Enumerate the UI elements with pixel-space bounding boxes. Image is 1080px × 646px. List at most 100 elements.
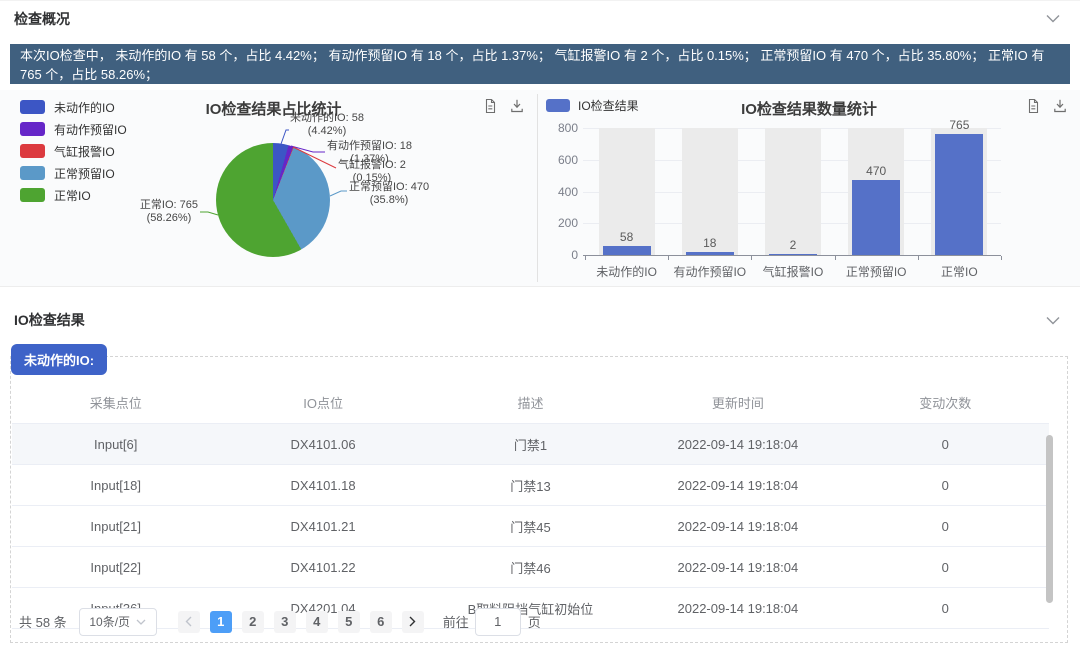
results-table-wrap: 采集点位IO点位描述更新时间变动次数 Input[6]DX4101.06门禁12… xyxy=(12,381,1049,629)
y-axis-tick-label: 0 xyxy=(540,248,578,262)
pie-label-name-value: 有动作预留IO: 18 xyxy=(327,140,412,153)
bar-value-label: 470 xyxy=(846,164,906,178)
pie-legend: 未动作的IO 有动作预留IO 气缸报警IO 正常预留IO正常IO xyxy=(20,96,127,206)
legend-swatch-icon xyxy=(20,166,45,180)
bar-plot: 020040060080058未动作的IO18有动作预留IO2气缸报警IO470… xyxy=(538,90,1080,286)
vertical-scrollbar-thumb[interactable] xyxy=(1046,435,1053,603)
pie-legend-item[interactable]: 正常IO xyxy=(20,184,127,206)
page-button-1[interactable]: 1 xyxy=(210,611,232,633)
bar-chart-panel: IO检查结果 IO检查结果数量统计 020040060080058未动作的IO1… xyxy=(538,90,1080,286)
x-axis-tick-mark xyxy=(751,256,752,260)
chevron-right-icon xyxy=(409,616,416,627)
pie-label-name-value: 气缸报警IO: 2 xyxy=(338,159,406,172)
legend-label: 有动作预留IO xyxy=(54,121,127,138)
page-button-6[interactable]: 6 xyxy=(370,611,392,633)
bar-气缸报警IO[interactable] xyxy=(769,254,817,255)
legend-swatch-icon xyxy=(20,188,45,202)
bar-value-label: 58 xyxy=(597,230,657,244)
pie-legend-item[interactable]: 未动作的IO xyxy=(20,96,127,118)
legend-label: 气缸报警IO xyxy=(54,143,115,160)
x-axis-tick-mark xyxy=(1001,256,1002,260)
chevron-left-icon xyxy=(185,616,192,627)
pagination-bar: 共 58 条 10条/页 123456 前往 页 xyxy=(19,602,1059,641)
results-table-head: 采集点位IO点位描述更新时间变动次数 xyxy=(12,381,1049,424)
overview-section-header: 检查概况 xyxy=(0,0,1080,36)
pie-legend-item[interactable]: 正常预留IO xyxy=(20,162,127,184)
pie-chart-toolbox xyxy=(482,98,525,114)
goto-label: 前往 xyxy=(443,612,469,631)
download-icon[interactable] xyxy=(509,98,525,114)
bar-value-label: 18 xyxy=(680,236,740,250)
pagination-total: 共 58 条 xyxy=(19,612,67,631)
table-row[interactable]: Input[18]DX4101.18门禁132022-09-14 19:18:0… xyxy=(12,465,1049,506)
y-axis-tick-label: 200 xyxy=(540,216,578,230)
page-button-2[interactable]: 2 xyxy=(242,611,264,633)
goto-unit: 页 xyxy=(528,612,541,631)
pie-label-percent: (4.42%) xyxy=(290,125,364,138)
table-cell: DX4101.22 xyxy=(219,547,426,588)
results-section-title: IO检查结果 xyxy=(14,310,85,330)
data-view-icon[interactable] xyxy=(482,98,498,114)
results-card: 未动作的IO: 采集点位IO点位描述更新时间变动次数 Input[6]DX410… xyxy=(10,356,1068,643)
bar-正常IO[interactable] xyxy=(935,134,983,255)
chevron-down-icon[interactable] xyxy=(1046,14,1060,23)
table-cell: DX4101.21 xyxy=(219,506,426,547)
table-column-header: 变动次数 xyxy=(842,381,1049,424)
table-column-header: 更新时间 xyxy=(634,381,841,424)
page-size-value: 10条/页 xyxy=(89,613,130,630)
goto-page-input[interactable] xyxy=(475,608,521,636)
pie-legend-item[interactable]: 气缸报警IO xyxy=(20,140,127,162)
page-size-select[interactable]: 10条/页 xyxy=(79,608,157,636)
pie-chart[interactable] xyxy=(216,143,330,257)
table-cell: 0 xyxy=(842,465,1049,506)
pie-chart-panel: IO检查结果占比统计 未动作的IO有动作预留IO气缸报警IO正常预留IO正常IO… xyxy=(10,90,537,286)
chevron-down-icon xyxy=(136,619,146,625)
bar-background-band xyxy=(765,128,821,255)
page-button-5[interactable]: 5 xyxy=(338,611,360,633)
table-cell: DX4101.06 xyxy=(219,424,426,465)
pie-label-name-value: 正常IO: 765 xyxy=(140,199,198,212)
bar-value-label: 2 xyxy=(763,238,823,252)
table-cell: Input[22] xyxy=(12,547,219,588)
bar-正常预留IO[interactable] xyxy=(852,180,900,255)
legend-swatch-icon xyxy=(20,122,45,136)
table-cell: 0 xyxy=(842,506,1049,547)
summary-banner: 本次IO检查中， 未动作的IO 有 58 个，占比 4.42%； 有动作预留IO… xyxy=(10,44,1070,84)
table-row[interactable]: Input[21]DX4101.21门禁452022-09-14 19:18:0… xyxy=(12,506,1049,547)
bar-value-label: 765 xyxy=(929,118,989,132)
x-axis-category-label: 气缸报警IO xyxy=(751,263,835,280)
overview-section-title: 检查概况 xyxy=(14,9,70,29)
table-column-header: 采集点位 xyxy=(12,381,219,424)
x-axis-category-label: 有动作预留IO xyxy=(668,263,752,280)
x-axis-tick-mark xyxy=(668,256,669,260)
x-axis-tick-mark xyxy=(585,256,586,260)
results-table: 采集点位IO点位描述更新时间变动次数 Input[6]DX4101.06门禁12… xyxy=(12,381,1049,629)
results-section-header: IO检查结果 xyxy=(0,302,1080,338)
x-axis-category-label: 正常预留IO xyxy=(834,263,918,280)
pie-data-label: 正常预留IO: 470(35.8%) xyxy=(349,181,429,207)
bar-未动作的IO[interactable] xyxy=(603,246,651,255)
page-button-4[interactable]: 4 xyxy=(306,611,328,633)
pager-pages: 123456 xyxy=(205,611,397,633)
pie-label-percent: (35.8%) xyxy=(349,194,429,207)
prev-page-button[interactable] xyxy=(178,611,200,633)
next-page-button[interactable] xyxy=(402,611,424,633)
charts-area: IO检查结果占比统计 未动作的IO有动作预留IO气缸报警IO正常预留IO正常IO… xyxy=(0,90,1080,287)
table-cell: DX4101.18 xyxy=(219,465,426,506)
table-cell: Input[21] xyxy=(12,506,219,547)
table-cell: 2022-09-14 19:18:04 xyxy=(634,465,841,506)
table-row[interactable]: Input[6]DX4101.06门禁12022-09-14 19:18:040 xyxy=(12,424,1049,465)
header-row: 采集点位IO点位描述更新时间变动次数 xyxy=(12,381,1049,424)
pie-data-label: 正常IO: 765(58.26%) xyxy=(140,199,198,225)
x-axis-tick-mark xyxy=(835,256,836,260)
table-row[interactable]: Input[22]DX4101.22门禁462022-09-14 19:18:0… xyxy=(12,547,1049,588)
bar-有动作预留IO[interactable] xyxy=(686,252,734,255)
chevron-down-icon[interactable] xyxy=(1046,316,1060,325)
pie-legend-item[interactable]: 有动作预留IO xyxy=(20,118,127,140)
page-button-3[interactable]: 3 xyxy=(274,611,296,633)
results-table-body: Input[6]DX4101.06门禁12022-09-14 19:18:040… xyxy=(12,424,1049,629)
legend-swatch-icon xyxy=(20,100,45,114)
category-badge[interactable]: 未动作的IO: xyxy=(11,344,107,375)
table-cell: 0 xyxy=(842,424,1049,465)
table-cell: 门禁45 xyxy=(427,506,634,547)
